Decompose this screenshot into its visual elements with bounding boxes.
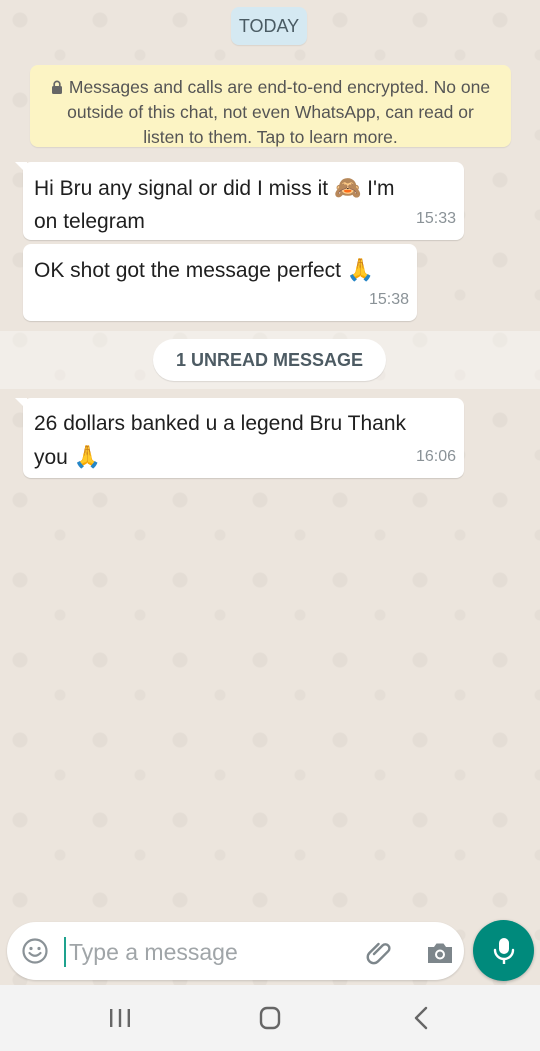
message-time: 15:33 [415,210,456,227]
recents-icon[interactable] [100,1004,140,1032]
encryption-notice-text: Messages and calls are end-to-end encryp… [67,77,491,147]
date-chip: TODAY [231,7,307,45]
bubble-tail [15,162,27,174]
home-icon[interactable] [250,1004,290,1032]
microphone-button[interactable] [473,920,534,981]
text-cursor [64,937,66,967]
encryption-notice[interactable]: Messages and calls are end-to-end encryp… [30,65,511,147]
message-time: 16:06 [415,448,456,465]
message-bubble[interactable]: Hi Bru any signal or did I miss it 🙈 I'm… [15,162,464,240]
camera-icon[interactable] [425,938,455,968]
see-no-evil-monkey-icon: 🙈 [333,175,362,200]
message-bubble[interactable]: 26 dollars banked u a legend Bru Thank y… [15,398,464,478]
unread-messages-chip: 1 UNREAD MESSAGE [153,339,386,381]
folded-hands-icon: 🙏 [73,444,102,469]
bubble-tail [15,398,27,410]
microphone-icon [493,938,515,964]
message-composer [7,922,464,980]
message-text: Hi Bru any signal or did I miss it 🙈 I'm… [34,175,395,233]
message-text: 26 dollars banked u a legend Bru Thank y… [34,412,407,469]
message-input[interactable] [67,932,361,972]
system-navigation-bar [0,985,540,1051]
message-bubble[interactable]: OK shot got the message perfect 🙏 15:38 [23,244,417,321]
folded-hands-icon: 🙏 [346,257,375,282]
message-time: 15:38 [368,291,409,308]
lock-icon [51,80,62,94]
message-text: OK shot got the message perfect 🙏 [34,257,375,282]
paperclip-icon[interactable] [365,938,395,968]
emoji-face-icon[interactable] [21,937,49,965]
back-icon[interactable] [402,1004,442,1032]
